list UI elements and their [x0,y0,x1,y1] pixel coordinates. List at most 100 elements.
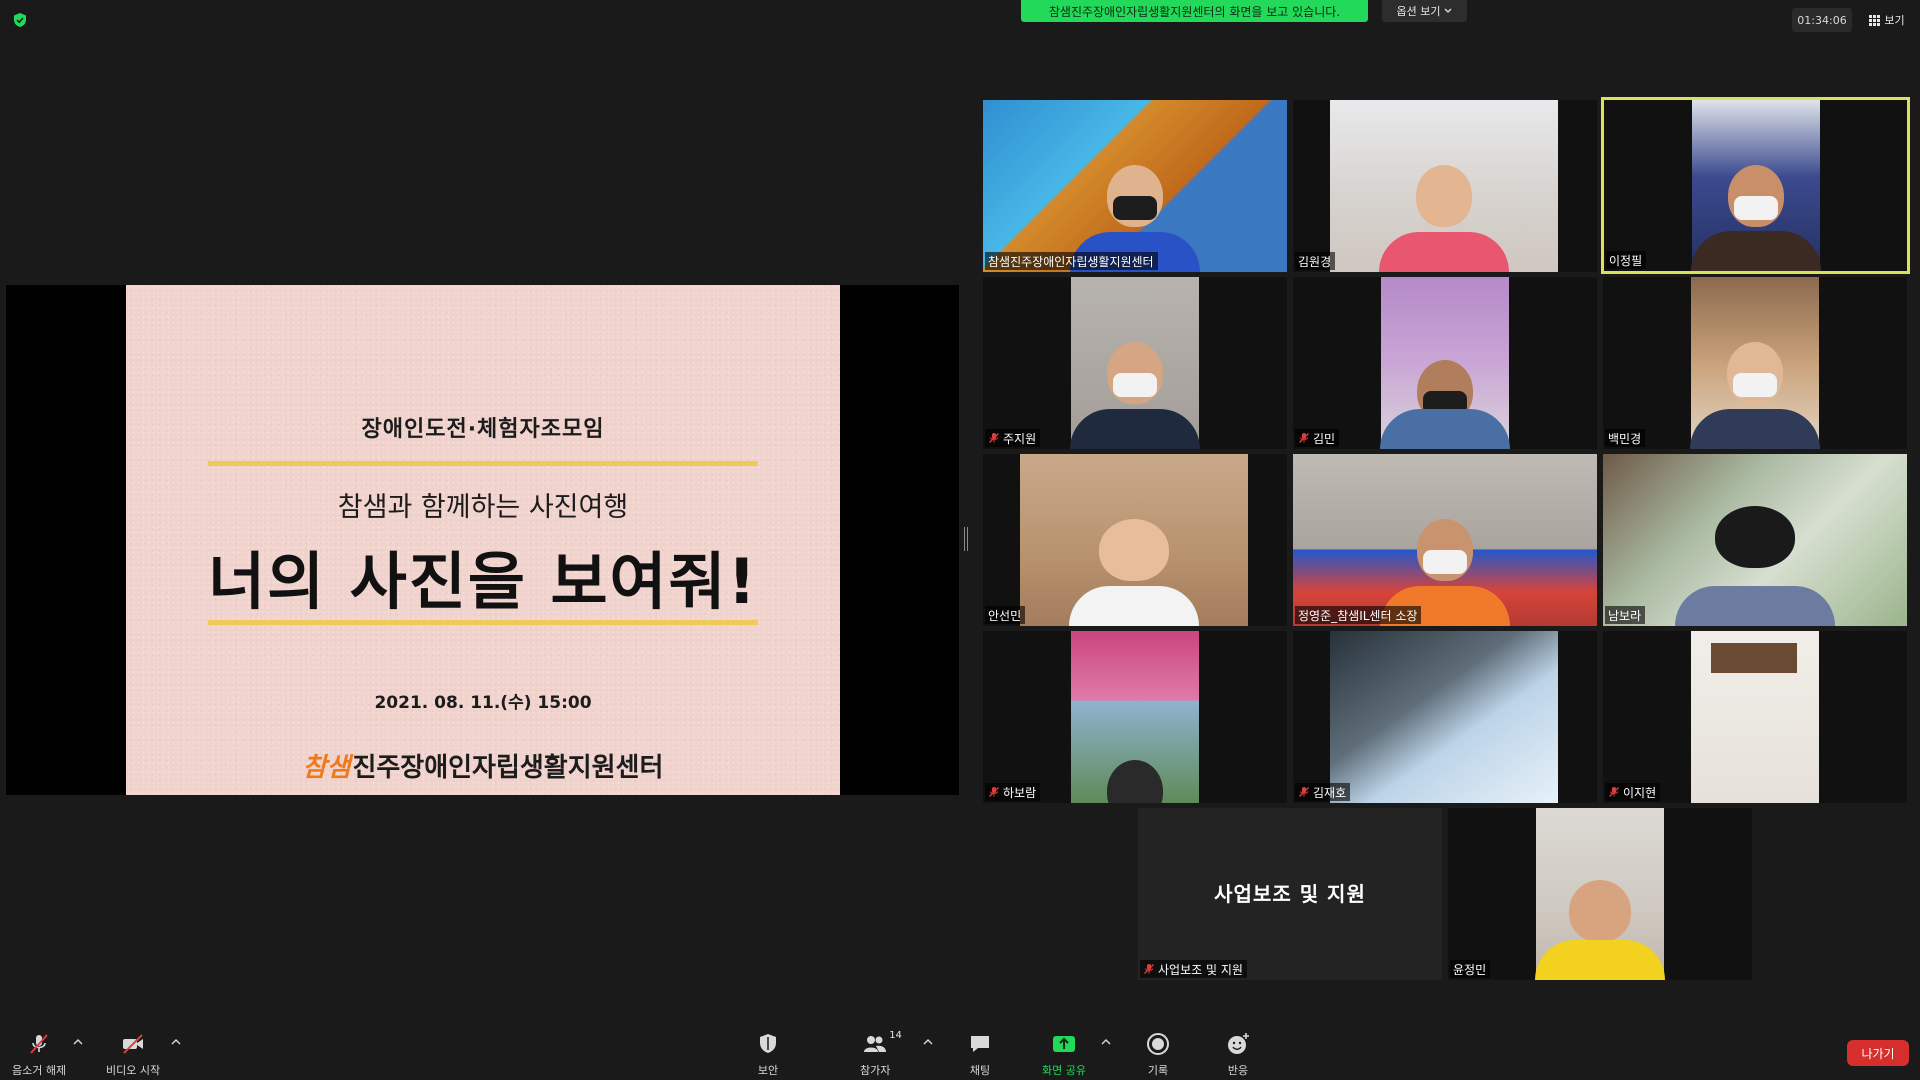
meeting-timer: 01:34:06 [1792,8,1852,32]
share-screen-button[interactable]: 화면 공유 [1042,1032,1086,1078]
participants-options-caret[interactable] [922,1038,934,1050]
chat-bubble-icon [971,1036,989,1052]
wall-frame [1711,643,1797,673]
participant-tile[interactable]: 안선민 [983,454,1287,626]
video-options-caret[interactable] [170,1038,182,1050]
participant-shirt [1070,409,1200,449]
view-options-dropdown[interactable]: 옵션 보기 [1382,0,1467,22]
participant-name-tag: 윤정민 [1450,960,1491,978]
participants-button[interactable]: 14 참가자 [860,1030,902,1078]
share-options-caret[interactable] [1100,1038,1112,1050]
chevron-up-icon [171,1039,181,1045]
participant-shirt [1691,231,1821,271]
presentation-slide: 장애인도전·체험자조모임 참샘과 함께하는 사진여행 너의 사진을 보여줘! 2… [126,285,840,795]
chat-button[interactable]: 채팅 [968,1032,992,1078]
participant-shirt [1380,409,1510,449]
record-button[interactable]: 기록 [1146,1032,1170,1078]
participant-name-tag: 주지원 [985,429,1041,447]
participant-mask [1113,373,1157,398]
participant-video [1691,100,1821,271]
participant-name: 정영준_참샘IL센터 소장 [1298,608,1418,623]
security-button[interactable]: 보안 [756,1032,780,1078]
participant-tile[interactable]: 하보람 [983,631,1287,803]
participant-face [1416,165,1472,228]
participant-name-tag: 백민경 [1605,429,1646,447]
chevron-down-icon [1445,8,1452,13]
slide-title: 너의 사진을 보여줘! [208,545,758,618]
security-label: 보안 [757,1064,779,1077]
participant-name: 참샘진주장애인자립생활지원센터 [988,254,1154,269]
chevron-up-icon [1101,1039,1111,1045]
participant-tile[interactable]: 김재호 [1293,631,1597,803]
meeting-toolbar: 음소거 해제 비디오 시작 보안 14 참가자 채팅 화면 공유 기록 반응 [0,1020,1920,1080]
video-slash-icon [123,1034,144,1054]
mic-slash-icon [30,1034,48,1054]
participant-hair [1107,760,1163,803]
participant-tile[interactable]: 참샘진주장애인자립생활지원센터 [983,100,1287,272]
participant-name-tag: 안선민 [985,606,1026,624]
participant-tile[interactable]: 김민 [1293,277,1597,449]
organization-logo: 참샘진주장애인자립생활지원센터 [126,747,840,784]
encryption-shield-icon[interactable] [12,12,28,28]
chevron-up-icon [923,1039,933,1045]
audio-options-caret[interactable] [72,1038,84,1050]
participant-mask [1113,196,1157,221]
view-layout-label: 보기 [1884,14,1905,27]
participant-face [1569,880,1631,943]
participant-tile[interactable]: 백민경 [1603,277,1907,449]
participant-video [1071,631,1199,803]
slide-tagline: 참샘과 함께하는 사진여행 [337,492,629,523]
reactions-button[interactable]: 반응 [1226,1032,1250,1078]
people-icon [864,1036,887,1052]
mic-muted-icon [1144,964,1154,974]
share-screen-label: 화면 공유 [1042,1064,1086,1077]
participant-shirt [1379,232,1509,272]
leave-meeting-button[interactable]: 나가기 [1847,1040,1909,1066]
participant-shirt [1675,586,1835,626]
participant-name-tag: 참샘진주장애인자립생활지원센터 [985,252,1158,270]
participants-icon-wrapper: 14 [863,1030,902,1056]
unmute-label: 음소거 해제 [12,1064,67,1077]
slide-date: 2021. 08. 11.(수) 15:00 [374,693,592,713]
video-off-name: 사업보조 및 지원 [1214,882,1366,906]
participant-tile[interactable]: 주지원 [983,277,1287,449]
chevron-up-icon [73,1039,83,1045]
participant-tile[interactable]: 정영준_참샘IL센터 소장 [1293,454,1597,626]
participant-video [1691,631,1819,803]
participant-name-tag: 남보라 [1605,606,1646,624]
participant-name-tag: 정영준_참샘IL센터 소장 [1295,606,1422,624]
unmute-button[interactable]: 음소거 해제 [12,1032,66,1078]
participant-name: 김원경 [1298,254,1332,269]
logo-mark: 참샘 [302,753,351,783]
participant-name: 안선민 [988,608,1022,623]
participant-shirt [1535,940,1665,980]
participant-mask [1423,550,1467,575]
participant-name: 백민경 [1608,431,1642,446]
mic-muted-icon [1609,787,1619,797]
participant-video [983,100,1287,272]
participant-mask [1734,195,1778,220]
participant-tile[interactable]: 김원경 [1293,100,1597,272]
leave-label: 나가기 [1861,1046,1895,1061]
participant-mask [1733,373,1777,398]
mic-muted-icon [989,433,999,443]
participant-tile-video-off[interactable]: 사업보조 및 지원 사업보조 및 지원 [1138,808,1442,980]
participant-video [1535,808,1665,980]
start-video-button[interactable]: 비디오 시작 [106,1032,160,1078]
emoji-add-icon [1228,1033,1249,1054]
panel-splitter-handle[interactable] [964,527,968,551]
participant-name-tag: 사업보조 및 지원 [1140,960,1247,978]
view-options-label: 옵션 보기 [1396,5,1441,18]
slide-subtitle: 장애인도전·체험자조모임 [361,417,605,442]
view-layout-button[interactable]: 보기 [1862,8,1912,32]
participant-face [1099,519,1169,582]
participant-tile[interactable]: 윤정민 [1448,808,1752,980]
participant-shirt [1069,586,1199,626]
screen-share-banner: 참샘진주장애인자립생활지원센터의 화면을 보고 있습니다. [1021,0,1368,22]
participant-tile-active-speaker[interactable]: 이정필 [1601,97,1910,274]
participant-tile[interactable]: 남보라 [1603,454,1907,626]
participant-tile[interactable]: 이지현 [1603,631,1907,803]
participant-shirt [1690,409,1820,449]
share-arrow-icon [1052,1036,1075,1052]
participant-video [1020,454,1248,626]
